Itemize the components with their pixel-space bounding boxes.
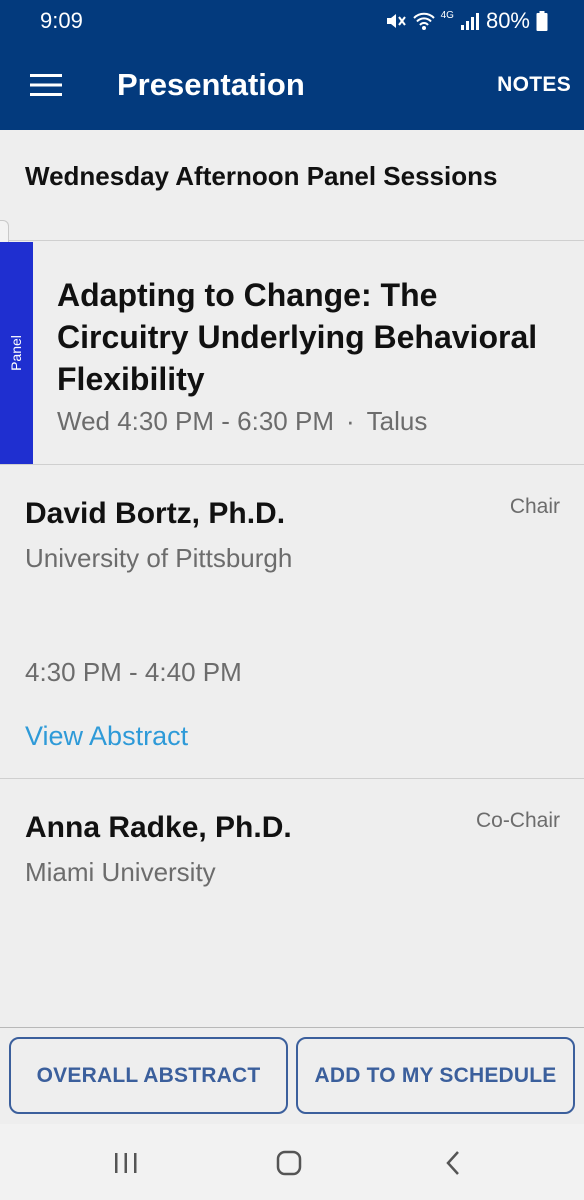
system-nav-bar [0, 1124, 584, 1200]
meta-separator: · [345, 406, 355, 436]
status-icons: 4G 80% [385, 8, 548, 34]
recent-apps-icon[interactable] [111, 1148, 141, 1178]
speaker-role: Co-Chair [475, 809, 560, 832]
add-to-schedule-button[interactable]: ADD TO MY SCHEDULE [296, 1037, 575, 1114]
wifi-icon [412, 11, 435, 31]
app-bar: Presentation NOTES [0, 40, 584, 130]
signal-icon [460, 11, 480, 31]
back-icon[interactable] [438, 1148, 468, 1178]
status-bar: 9:09 4G 80% [0, 0, 584, 40]
speaker-name: David Bortz, Ph.D. [25, 497, 286, 530]
battery-icon [536, 11, 548, 31]
section-header: Wednesday Afternoon Panel Sessions [0, 130, 584, 241]
session-type-stripe: Panel [0, 242, 33, 464]
session-title: Adapting to Change: The Circuitry Underl… [57, 277, 538, 397]
mute-icon [385, 11, 407, 31]
speaker-name: Anna Radke, Ph.D. [25, 811, 292, 844]
battery-percent: 80% [485, 8, 530, 33]
hamburger-menu-icon[interactable] [22, 64, 70, 106]
session-card: Panel Adapting to Change: The Circuitry … [0, 242, 584, 465]
network-type: 4G [440, 9, 454, 21]
session-location: Talus [366, 406, 428, 436]
speaker-item[interactable]: Anna Radke, Ph.D. Co-Chair Miami Univers… [0, 780, 584, 1028]
speaker-time: 4:30 PM - 4:40 PM [25, 657, 242, 687]
speaker-role: Chair [509, 495, 560, 518]
speaker-affiliation: University of Pittsburgh [25, 543, 293, 573]
overall-abstract-button[interactable]: OVERALL ABSTRACT [9, 1037, 288, 1114]
home-icon[interactable] [274, 1148, 304, 1178]
section-title: Wednesday Afternoon Panel Sessions [25, 161, 498, 191]
page-title: Presentation [117, 67, 305, 102]
session-type-label: Panel [8, 335, 24, 371]
session-time: Wed 4:30 PM - 6:30 PM [57, 406, 334, 436]
status-time: 9:09 [40, 8, 83, 33]
session-meta: Wed 4:30 PM - 6:30 PM · Talus [57, 406, 427, 437]
view-abstract-link[interactable]: View Abstract [25, 721, 188, 752]
speaker-item[interactable]: David Bortz, Ph.D. Chair University of P… [0, 466, 584, 779]
notes-button[interactable]: NOTES [497, 73, 571, 97]
speaker-affiliation: Miami University [25, 857, 216, 887]
